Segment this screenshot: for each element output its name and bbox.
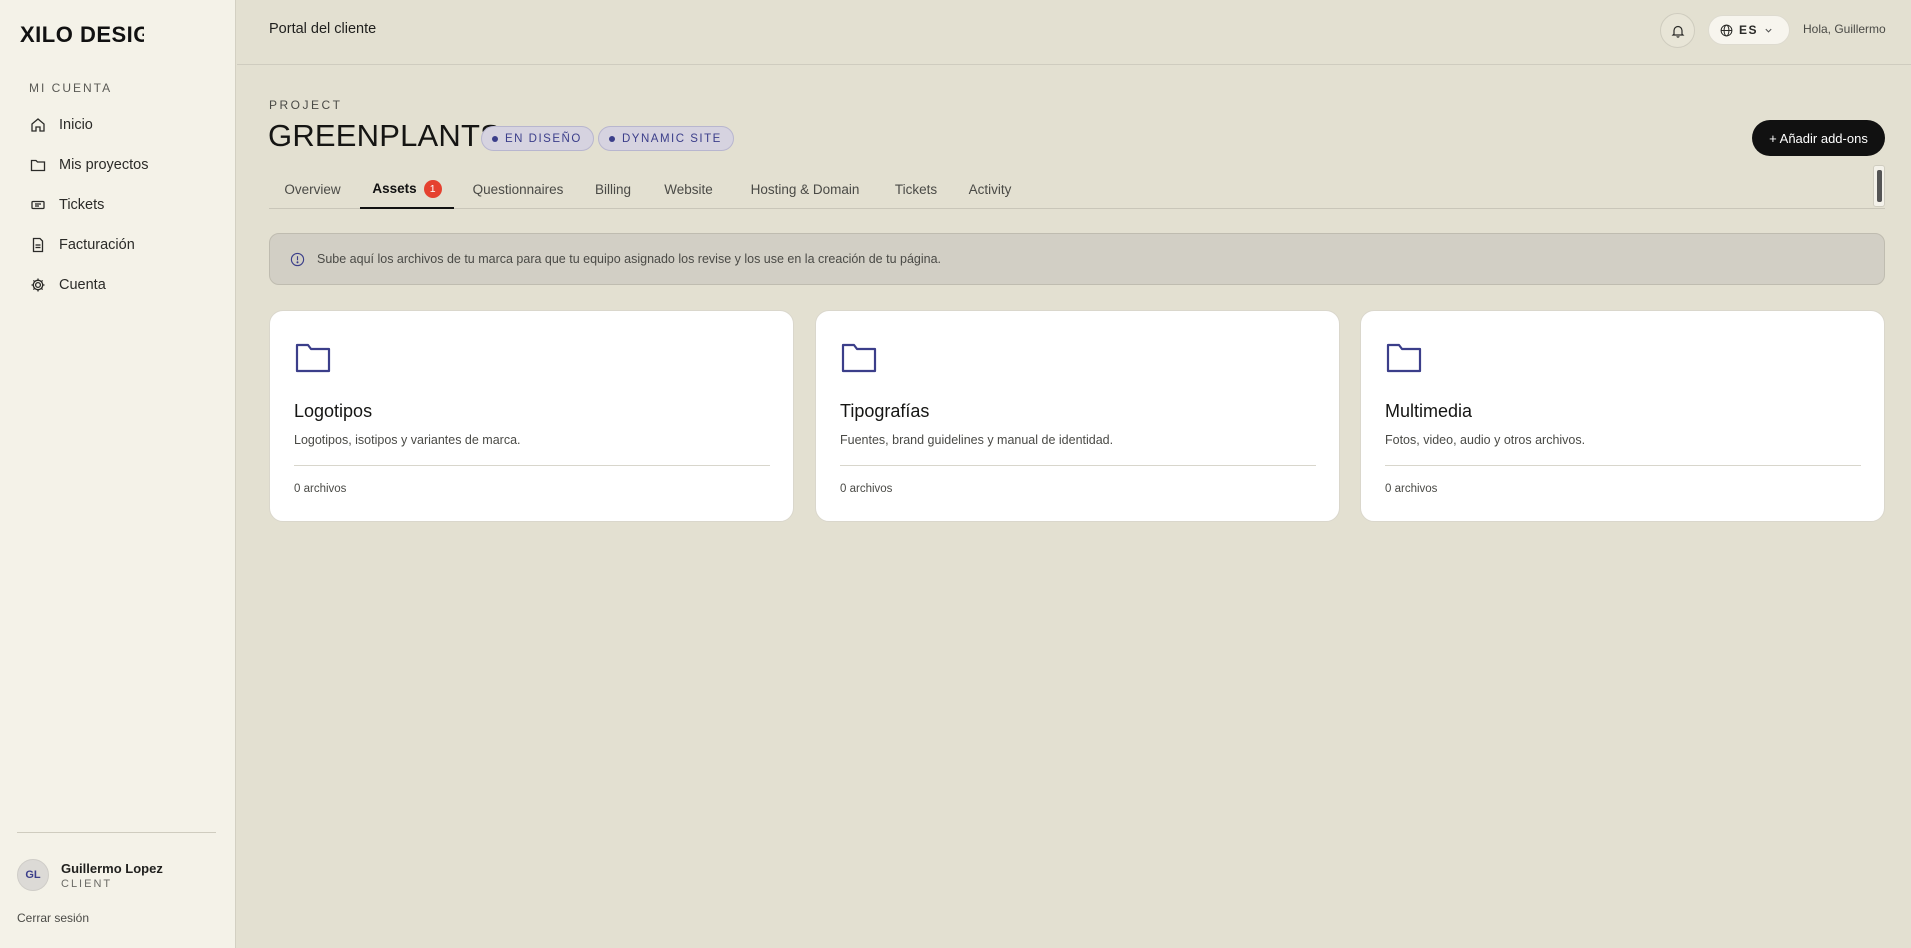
- project-title: GREENPLANTS: [268, 118, 502, 153]
- tab-label: Hosting & Domain: [750, 182, 860, 197]
- tab-label: Overview: [284, 182, 341, 197]
- card-title: Tipografías: [840, 401, 930, 421]
- language-value: ES: [1739, 23, 1759, 37]
- tab-label: Billing: [594, 182, 632, 197]
- card-title: Multimedia: [1385, 401, 1473, 421]
- tab-count-badge: 1: [423, 179, 442, 198]
- language-selector[interactable]: ES: [1708, 15, 1790, 45]
- folder-icon: [1385, 340, 1423, 379]
- status-badge: EN DISEÑO: [481, 126, 594, 151]
- asset-folder-card[interactable]: Tipografías Fuentes, brand guidelines y …: [815, 310, 1340, 522]
- info-text: Sube aquí los archivos de tu marca para …: [317, 252, 942, 266]
- globe-icon: [1720, 24, 1733, 37]
- invoice-icon: [29, 236, 47, 254]
- file-count: 0 archivos: [294, 483, 347, 495]
- svg-text:XILO DESIGN: XILO DESIGN: [20, 22, 144, 47]
- sidebar-item-facturacion[interactable]: Facturación: [16, 225, 220, 265]
- card-title: Logotipos: [294, 401, 373, 421]
- sidebar-item-label: Tickets: [59, 197, 105, 213]
- asset-folder-card[interactable]: Multimedia Fotos, video, audio y otros a…: [1360, 310, 1885, 522]
- file-count: 0 archivos: [1385, 483, 1438, 495]
- card-divider: [840, 465, 1316, 466]
- logout-link[interactable]: Cerrar sesión: [17, 911, 89, 925]
- sidebar-item-label: Facturación: [59, 237, 135, 253]
- sidebar-item-label: Inicio: [59, 117, 93, 133]
- sidebar: XILO DESIGN MI CUENTA Inicio Mis proyect…: [0, 0, 236, 948]
- project-label: PROJECT: [269, 98, 343, 112]
- tab-overview[interactable]: Overview: [269, 170, 356, 209]
- tab-label: Assets: [372, 181, 417, 196]
- user-role: CLIENT: [61, 877, 113, 890]
- sidebar-item-label: Cuenta: [59, 277, 106, 293]
- avatar: GL: [17, 859, 49, 891]
- tab-assets[interactable]: Assets 1: [360, 170, 454, 209]
- status-badge-label: EN DISEÑO: [505, 132, 582, 145]
- tab-label: Activity: [968, 182, 1012, 197]
- user-profile[interactable]: GL Guillermo Lopez CLIENT: [17, 859, 163, 891]
- scrollbar[interactable]: [1873, 165, 1885, 207]
- home-icon: [29, 116, 47, 134]
- status-dot: [492, 135, 498, 142]
- gear-icon: [29, 276, 47, 294]
- card-description: Fuentes, brand guidelines y manual de id…: [840, 433, 1114, 447]
- tab-label: Questionnaires: [472, 182, 564, 197]
- tab-activity[interactable]: Activity: [956, 170, 1024, 209]
- tab-label: Tickets: [894, 182, 938, 197]
- status-dot: [609, 135, 615, 142]
- page-title: Portal del cliente: [269, 21, 377, 37]
- card-description: Fotos, video, audio y otros archivos.: [1385, 433, 1586, 447]
- folder-icon: [840, 340, 878, 379]
- add-addons-button[interactable]: + Añadir add-ons: [1752, 120, 1885, 156]
- asset-folder-card[interactable]: Logotipos Logotipos, isotipos y variante…: [269, 310, 794, 522]
- tab-tickets[interactable]: Tickets: [882, 170, 950, 209]
- sidebar-item-label: Mis proyectos: [59, 157, 149, 173]
- notifications-button[interactable]: [1660, 13, 1695, 48]
- sidebar-item-inicio[interactable]: Inicio: [16, 105, 220, 145]
- sidebar-item-tickets[interactable]: Tickets: [16, 185, 220, 225]
- ticket-icon: [29, 196, 47, 214]
- project-tabs: Overview Assets 1 Questionnaires Billing…: [269, 170, 1885, 209]
- tab-hosting-domain[interactable]: Hosting & Domain: [735, 170, 875, 209]
- card-divider: [294, 465, 770, 466]
- folder-icon: [29, 156, 47, 174]
- sidebar-nav: Inicio Mis proyectos Tickets Facturación…: [16, 105, 220, 305]
- user-name: Guillermo Lopez: [61, 860, 163, 876]
- sidebar-divider: [17, 832, 216, 833]
- bell-icon: [1671, 24, 1685, 38]
- card-description: Logotipos, isotipos y variantes de marca…: [294, 433, 521, 447]
- sidebar-item-mis-proyectos[interactable]: Mis proyectos: [16, 145, 220, 185]
- brand-logo[interactable]: XILO DESIGN: [20, 20, 144, 48]
- user-greeting: Hola, Guillermo: [1803, 22, 1886, 36]
- file-count: 0 archivos: [840, 483, 893, 495]
- info-banner: Sube aquí los archivos de tu marca para …: [269, 233, 1885, 285]
- folder-icon: [294, 340, 332, 379]
- plan-badge-label: DYNAMIC SITE: [622, 132, 722, 145]
- plan-badge: DYNAMIC SITE: [598, 126, 734, 151]
- tab-questionnaires[interactable]: Questionnaires: [458, 170, 578, 209]
- tab-label: Website: [664, 182, 713, 197]
- section-label: MI CUENTA: [29, 81, 113, 95]
- top-bar: Portal del cliente ES Hola, Guillermo: [237, 0, 1911, 65]
- sidebar-item-cuenta[interactable]: Cuenta: [16, 265, 220, 305]
- chevron-down-icon: [1764, 26, 1773, 35]
- card-divider: [1385, 465, 1861, 466]
- info-icon: [290, 252, 305, 267]
- tab-website[interactable]: Website: [649, 170, 728, 209]
- tab-billing[interactable]: Billing: [582, 170, 644, 209]
